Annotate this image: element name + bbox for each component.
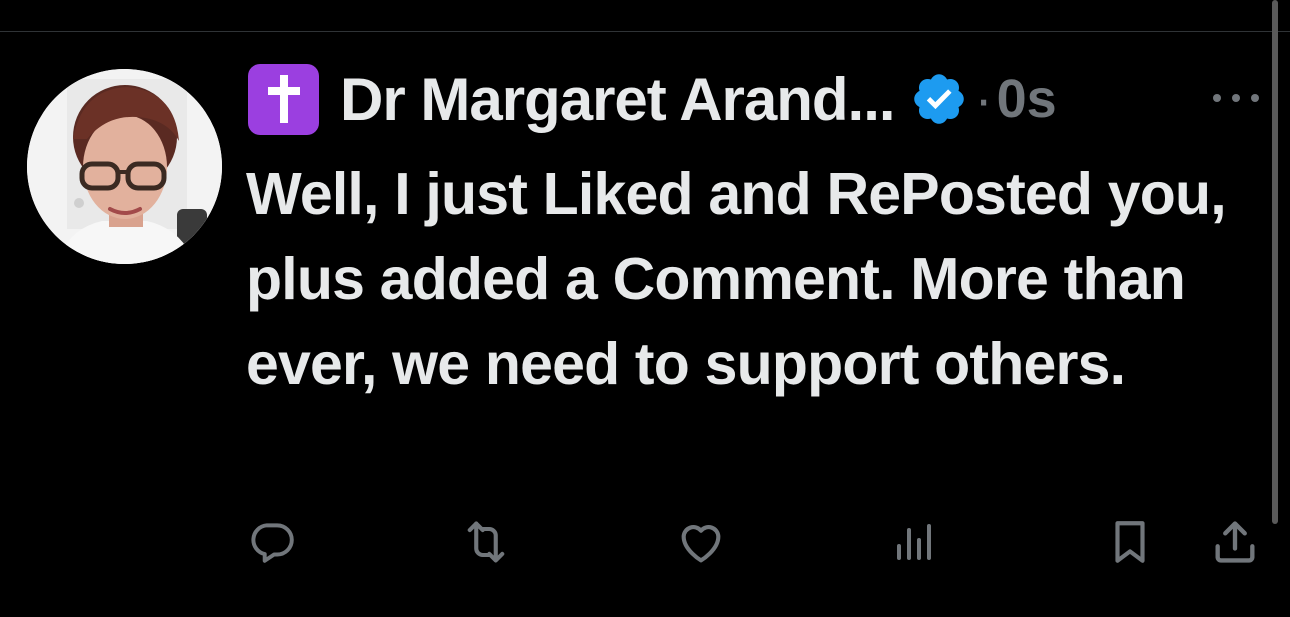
bookmark-button[interactable] <box>1104 516 1156 568</box>
top-divider <box>0 31 1290 32</box>
separator-dot: · <box>974 69 993 129</box>
reply-button[interactable] <box>246 516 298 568</box>
share-button[interactable] <box>1209 516 1261 568</box>
share-icon <box>1215 521 1255 563</box>
avatar-photo <box>27 69 222 264</box>
bookmark-icon <box>1115 521 1145 563</box>
more-dot <box>1251 94 1259 102</box>
views-icon <box>897 524 931 560</box>
latin-cross-icon <box>248 63 319 135</box>
avatar[interactable] <box>27 69 222 264</box>
tweet-text: Well, I just Liked and RePosted you, plu… <box>246 161 1227 397</box>
like-icon <box>681 525 721 563</box>
repost-icon <box>467 521 505 563</box>
like-button[interactable] <box>675 516 727 568</box>
tweet-header: Dr Margaret Arand... · 0s <box>248 62 1057 136</box>
more-dot <box>1232 94 1240 102</box>
more-dot <box>1213 94 1221 102</box>
more-options-icon[interactable] <box>1213 88 1259 108</box>
verified-badge-icon[interactable] <box>909 69 969 129</box>
repost-button[interactable] <box>460 516 512 568</box>
scrollbar[interactable] <box>1272 0 1278 524</box>
author-display-name[interactable]: Dr Margaret Arand... <box>340 65 896 134</box>
views-button[interactable] <box>889 516 941 568</box>
reply-icon <box>251 523 294 563</box>
timestamp[interactable]: 0s <box>997 68 1057 130</box>
